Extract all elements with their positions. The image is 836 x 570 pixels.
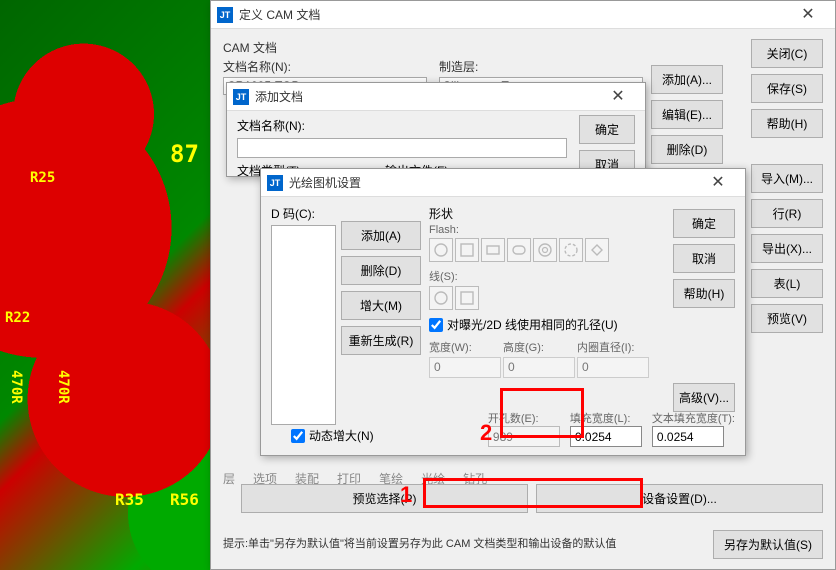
titlebar[interactable]: JT 添加文档 ✕ [227,83,645,111]
device-settings-button[interactable]: 设备设置(D)... [536,484,823,513]
width-label: 宽度(W): [429,342,472,354]
same-aperture-label: 对曝光/2D 线使用相同的孔径(U) [447,316,618,333]
dynamic-augment-label: 动态增大(N) [309,427,374,444]
flash-label: Flash: [429,224,459,236]
help-button[interactable]: 帮助(H) [673,279,735,308]
dcode-delete-button[interactable]: 删除(D) [341,256,421,285]
shape-thermal-icon[interactable] [559,238,583,262]
titlebar[interactable]: JT 光绘图机设置 ✕ [261,169,745,197]
inner-dia-value: 0 [577,357,649,378]
holes-label: 开孔数(E): [488,410,560,426]
dcode-augment-button[interactable]: 增大(M) [341,291,421,320]
dcode-list[interactable] [271,225,336,425]
pcb-silk-text: R22 [5,310,30,326]
inner-dia-label: 内圈直径(I): [577,342,634,354]
pcb-silk-text: 470R [8,370,24,404]
add-button[interactable]: 添加(A)... [651,65,723,94]
shape-custom-icon[interactable] [585,238,609,262]
line-shapes [429,286,649,310]
holes-input [488,426,560,447]
shape-square-icon[interactable] [455,286,479,310]
mfg-layer-label: 制造层: [439,58,643,75]
dialog-title: 添加文档 [255,88,597,105]
doc-name-input[interactable] [237,138,567,158]
shape-oval-icon[interactable] [507,238,531,262]
shape-label: 形状 [429,207,453,221]
ok-button[interactable]: 确定 [579,115,635,144]
list-button[interactable]: 表(L) [751,269,823,298]
save-button[interactable]: 保存(S) [751,74,823,103]
shape-square-icon[interactable] [455,238,479,262]
app-icon: JT [233,89,249,105]
dialog-title: 光绘图机设置 [289,174,697,191]
flash-shapes [429,238,649,262]
add-document-dialog: JT 添加文档 ✕ 文档名称(N): 文档类型(T): 输出文件(F): 确定 … [226,82,646,177]
tab-layer[interactable]: 层 [223,470,235,487]
callout-number-2: 2 [480,420,492,446]
app-icon: JT [267,175,283,191]
fill-width-input[interactable] [570,426,642,447]
run-button[interactable]: 行(R) [751,199,823,228]
close-icon[interactable]: ✕ [597,83,639,111]
line-label: 线(S): [429,271,458,283]
close-icon[interactable]: ✕ [697,169,739,197]
doc-name-label: 文档名称(N): [237,117,309,134]
section-label: CAM 文档 [223,39,823,56]
same-aperture-checkbox[interactable] [429,318,443,332]
text-fill-width-label: 文本填充宽度(T): [652,410,735,426]
photoplotter-dialog: JT 光绘图机设置 ✕ D 码(C): 添加(A) 删除(D) 增大(M) 重新… [260,168,746,456]
help-button[interactable]: 帮助(H) [751,109,823,138]
pcb-silk-text: R35 [115,490,144,509]
pcb-silk-text: R56 [170,490,199,509]
app-icon: JT [217,7,233,23]
text-fill-width-input[interactable] [652,426,724,447]
note-text: 提示:单击"另存为默认值"将当前设置另存为此 CAM 文档类型和输出设备的默认值 [223,537,707,552]
shape-donut-icon[interactable] [533,238,557,262]
pcb-silk-text: R25 [30,170,55,186]
shape-circle-icon[interactable] [429,238,453,262]
titlebar[interactable]: JT 定义 CAM 文档 ✕ [211,1,835,29]
shape-rect-icon[interactable] [481,238,505,262]
height-value: 0 [503,357,575,378]
width-value: 0 [429,357,501,378]
dcode-regen-button[interactable]: 重新生成(R) [341,326,421,355]
dcode-add-button[interactable]: 添加(A) [341,221,421,250]
pcb-silk-text: 470R [55,370,71,404]
ok-button[interactable]: 确定 [673,209,735,238]
preview-select-button[interactable]: 预览选择(P) [241,484,528,513]
dialog-title: 定义 CAM 文档 [239,6,787,23]
advanced-button[interactable]: 高级(V)... [673,383,735,412]
fill-width-label: 填充宽度(L): [570,410,642,426]
pcb-silk-text: 87 [170,140,199,168]
export-button[interactable]: 导出(X)... [751,234,823,263]
shape-circle-icon[interactable] [429,286,453,310]
cancel-button[interactable]: 取消 [673,244,735,273]
import-button[interactable]: 导入(M)... [751,164,823,193]
dynamic-augment-checkbox[interactable] [291,429,305,443]
delete-button[interactable]: 删除(D) [651,135,723,164]
edit-button[interactable]: 编辑(E)... [651,100,723,129]
save-default-button[interactable]: 另存为默认值(S) [713,530,823,559]
preview-button[interactable]: 预览(V) [751,304,823,333]
dcode-label: D 码(C): [271,207,315,221]
height-label: 高度(G): [503,342,544,354]
doc-name-label: 文档名称(N): [223,58,427,75]
callout-number-1: 1 [400,482,412,508]
close-icon[interactable]: ✕ [787,1,829,29]
close-button[interactable]: 关闭(C) [751,39,823,68]
